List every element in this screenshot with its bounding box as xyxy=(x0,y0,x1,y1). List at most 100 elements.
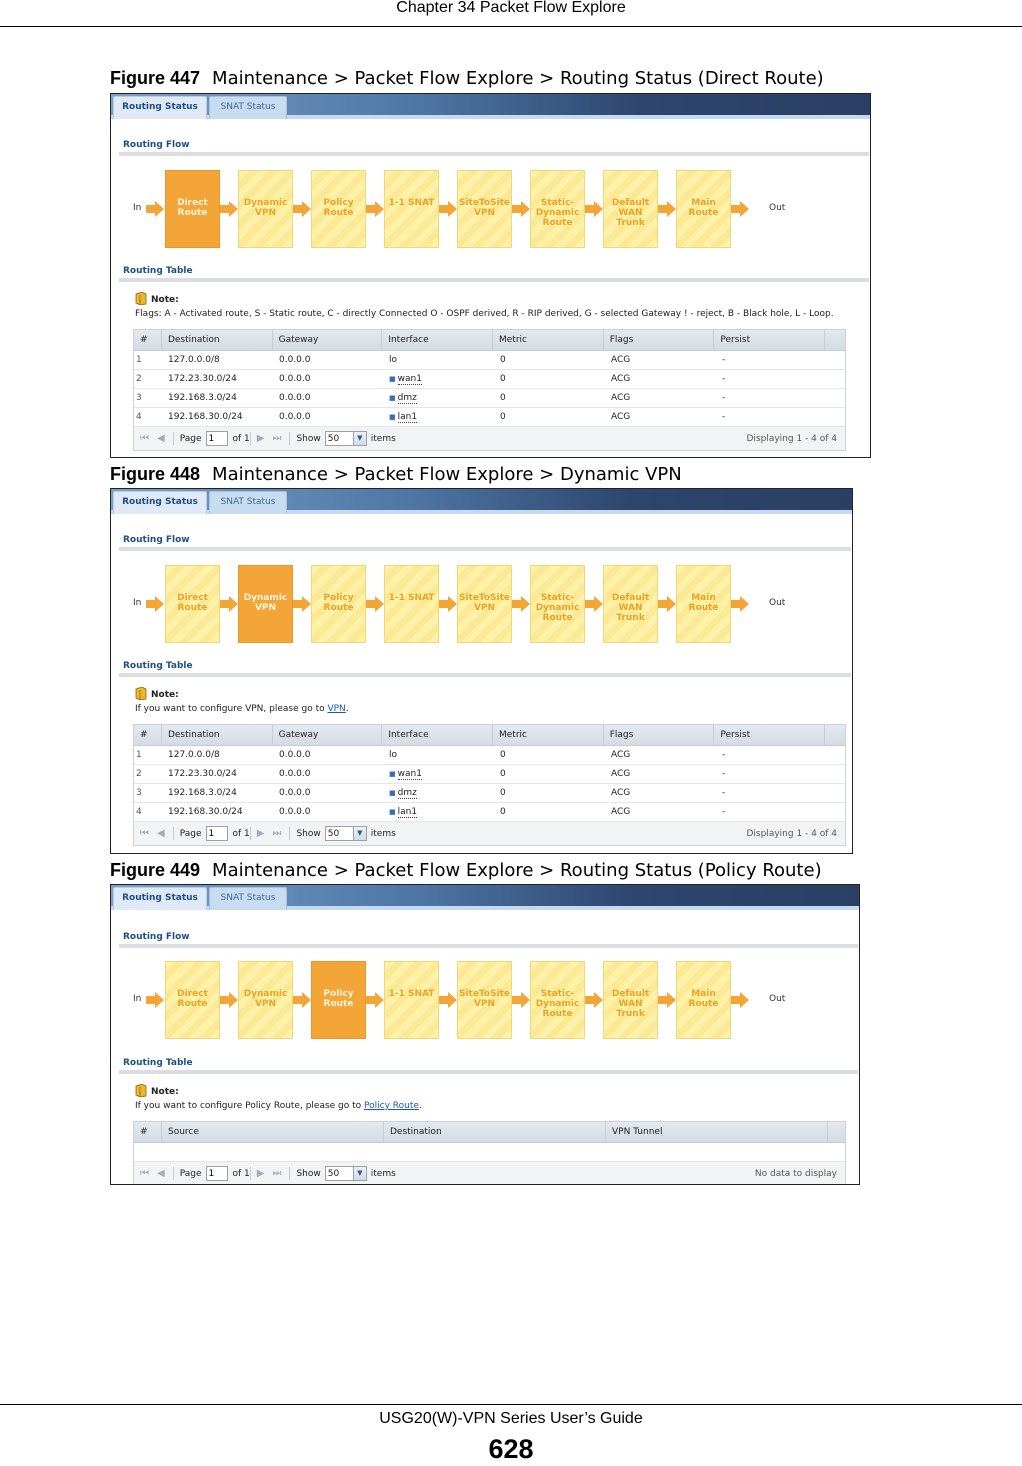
flow-step-dynamic-vpn[interactable]: Dynamic VPN xyxy=(238,961,293,1039)
column-header-destination[interactable]: Destination xyxy=(384,1122,606,1142)
next-page-icon[interactable]: ▶ xyxy=(257,1168,265,1179)
page-input[interactable] xyxy=(205,826,228,841)
last-page-icon[interactable]: ⏭ xyxy=(272,1168,281,1179)
page-size-select[interactable]: 50 ▼ xyxy=(324,1166,367,1181)
flow-step-direct-route[interactable]: Direct Route xyxy=(165,961,220,1039)
cell-interface: lo xyxy=(389,355,398,365)
cell-interface: ■ dmz xyxy=(383,389,494,407)
interface-link[interactable]: lan1 xyxy=(397,807,418,818)
prev-page-icon[interactable]: ◀ xyxy=(157,433,165,444)
column-header-persist[interactable]: Persist xyxy=(714,725,826,745)
chevron-down-icon[interactable]: ▼ xyxy=(352,1167,366,1180)
last-page-icon[interactable]: ⏭ xyxy=(272,433,281,444)
note-suffix: . xyxy=(345,704,349,714)
tab-routing-status[interactable]: Routing Status xyxy=(113,96,207,119)
page-input[interactable] xyxy=(205,431,228,446)
first-page-icon[interactable]: ⏮ xyxy=(140,828,149,839)
flow-step-direct-route[interactable]: Direct Route xyxy=(165,170,220,248)
flow-step-static-dynamic-route[interactable]: Static- Dynamic Route xyxy=(530,961,585,1039)
policy-route-link[interactable]: Policy Route xyxy=(364,1101,419,1111)
flow-step-static-dynamic-route[interactable]: Static- Dynamic Route xyxy=(530,170,585,248)
flow-step-1-1-snat[interactable]: 1-1 SNAT xyxy=(384,565,439,643)
flow-step-main-route[interactable]: Main Route xyxy=(676,961,731,1039)
note-text: If you want to configure VPN, please go … xyxy=(135,704,349,714)
flow-step-main-route[interactable]: Main Route xyxy=(676,170,731,248)
flow-arrow-icon xyxy=(366,992,384,1008)
column-header-vpn-tunnel[interactable]: VPN Tunnel xyxy=(606,1122,828,1142)
next-page-icon[interactable]: ▶ xyxy=(257,433,265,444)
vpn-link[interactable]: VPN xyxy=(327,704,345,714)
flow-step-sitetosite-vpn[interactable]: SiteToSite VPN xyxy=(457,170,512,248)
tab-snat-status[interactable]: SNAT Status xyxy=(209,96,287,119)
flow-step-static-dynamic-route[interactable]: Static- Dynamic Route xyxy=(530,565,585,643)
prev-page-icon[interactable]: ◀ xyxy=(157,1168,165,1179)
table-row[interactable]: 1 127.0.0.0/8 0.0.0.0 lo 0 ACG - xyxy=(134,351,845,370)
tab-snat-status[interactable]: SNAT Status xyxy=(209,887,287,910)
column-header-gateway[interactable]: Gateway xyxy=(273,725,383,745)
table-row[interactable]: 4 192.168.30.0/24 0.0.0.0 ■ lan1 0 ACG - xyxy=(134,803,845,822)
flow-step-dynamic-vpn[interactable]: Dynamic VPN xyxy=(238,565,293,643)
cell-gateway: 0.0.0.0 xyxy=(279,355,311,365)
tab-snat-status[interactable]: SNAT Status xyxy=(209,491,287,514)
first-page-icon[interactable]: ⏮ xyxy=(140,433,149,444)
last-page-icon[interactable]: ⏭ xyxy=(272,828,281,839)
next-page-icon[interactable]: ▶ xyxy=(257,828,265,839)
column-header-interface[interactable]: Interface xyxy=(382,725,493,745)
prev-page-icon[interactable]: ◀ xyxy=(157,828,165,839)
flow-step-dynamic-vpn[interactable]: Dynamic VPN xyxy=(238,170,293,248)
table-row[interactable]: 2 172.23.30.0/24 0.0.0.0 ■ wan1 0 ACG - xyxy=(134,370,845,389)
interface-link[interactable]: dmz xyxy=(397,393,417,404)
column-header-gateway[interactable]: Gateway xyxy=(273,330,383,350)
column-header-interface[interactable]: Interface xyxy=(382,330,493,350)
cell-gateway: 0.0.0.0 xyxy=(279,374,311,384)
table-row[interactable]: 3 192.168.3.0/24 0.0.0.0 ■ dmz 0 ACG - xyxy=(134,784,845,803)
interface-link[interactable]: lan1 xyxy=(397,412,418,423)
first-page-icon[interactable]: ⏮ xyxy=(140,1168,149,1179)
flow-step-default-wan-trunk[interactable]: Default WAN Trunk xyxy=(603,170,658,248)
table-row[interactable]: 4 192.168.30.0/24 0.0.0.0 ■ lan1 0 ACG - xyxy=(134,408,845,427)
routing-table-title: Routing Table xyxy=(123,661,193,671)
table-row[interactable]: 1 127.0.0.0/8 0.0.0.0 lo 0 ACG - xyxy=(134,746,845,765)
chevron-down-icon[interactable]: ▼ xyxy=(352,432,366,445)
column-header-index[interactable]: # xyxy=(134,1122,162,1142)
interface-link[interactable]: wan1 xyxy=(397,769,422,780)
column-header-source[interactable]: Source xyxy=(162,1122,384,1142)
column-header-metric[interactable]: Metric xyxy=(493,725,604,745)
flow-step-policy-route[interactable]: Policy Route xyxy=(311,961,366,1039)
flow-arrow-icon xyxy=(293,596,311,612)
interface-link[interactable]: dmz xyxy=(397,788,417,799)
page-size-select[interactable]: 50 ▼ xyxy=(324,826,367,841)
tab-routing-status[interactable]: Routing Status xyxy=(113,491,207,514)
flow-step-1-1-snat[interactable]: 1-1 SNAT xyxy=(384,961,439,1039)
flow-step-direct-route[interactable]: Direct Route xyxy=(165,565,220,643)
column-header-flags[interactable]: Flags xyxy=(604,725,715,745)
tab-routing-status[interactable]: Routing Status xyxy=(113,887,207,910)
flow-step-main-route[interactable]: Main Route xyxy=(676,565,731,643)
separator xyxy=(172,432,174,445)
flow-step-default-wan-trunk[interactable]: Default WAN Trunk xyxy=(603,961,658,1039)
flow-step-policy-route[interactable]: Policy Route xyxy=(311,565,366,643)
flow-step-1-1-snat[interactable]: 1-1 SNAT xyxy=(384,170,439,248)
interface-link[interactable]: wan1 xyxy=(397,374,422,385)
column-header-index[interactable]: # xyxy=(134,725,162,745)
column-header-metric[interactable]: Metric xyxy=(493,330,604,350)
flow-step-sitetosite-vpn[interactable]: SiteToSite VPN xyxy=(457,961,512,1039)
display-status: Displaying 1 - 4 of 4 xyxy=(746,433,838,444)
cell-interface: ■ lan1 xyxy=(383,408,494,426)
page-label: Page xyxy=(179,828,202,839)
page-input[interactable] xyxy=(205,1166,228,1181)
column-header-index[interactable]: # xyxy=(134,330,162,350)
column-header-destination[interactable]: Destination xyxy=(162,725,273,745)
column-header-flags[interactable]: Flags xyxy=(604,330,715,350)
flow-step-sitetosite-vpn[interactable]: SiteToSite VPN xyxy=(457,565,512,643)
flow-step-default-wan-trunk[interactable]: Default WAN Trunk xyxy=(603,565,658,643)
table-row[interactable]: 2 172.23.30.0/24 0.0.0.0 ■ wan1 0 ACG - xyxy=(134,765,845,784)
table-row[interactable]: 3 192.168.3.0/24 0.0.0.0 ■ dmz 0 ACG - xyxy=(134,389,845,408)
flow-arrow-icon xyxy=(731,596,749,612)
column-header-persist[interactable]: Persist xyxy=(714,330,826,350)
flow-out-label: Out xyxy=(769,994,786,1004)
column-header-destination[interactable]: Destination xyxy=(162,330,273,350)
flow-step-policy-route[interactable]: Policy Route xyxy=(311,170,366,248)
chevron-down-icon[interactable]: ▼ xyxy=(352,827,366,840)
page-size-select[interactable]: 50 ▼ xyxy=(324,431,367,446)
